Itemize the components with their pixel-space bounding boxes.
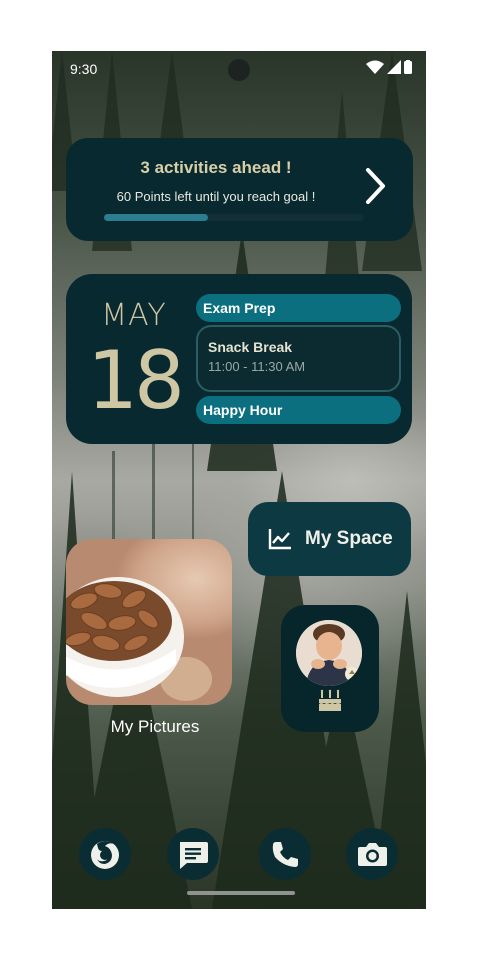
event-title: Happy Hour [203, 402, 283, 418]
calendar-month: MAY [101, 298, 167, 333]
home-screen: 9:30 3 activities ahead ! 60 Points left… [52, 51, 426, 909]
event-title: Snack Break [208, 339, 293, 355]
my-space-label: My Space [305, 528, 393, 549]
chevron-right-icon[interactable] [363, 166, 389, 206]
cake-icon [319, 689, 341, 711]
birthday-widget[interactable] [281, 605, 379, 732]
event-exam-prep[interactable]: Exam Prep [196, 294, 401, 322]
activities-title: 3 activities ahead ! [140, 158, 292, 177]
app-dock [52, 825, 426, 885]
messages-app[interactable] [167, 828, 219, 880]
event-title: Exam Prep [203, 300, 276, 316]
messages-icon [180, 842, 208, 869]
goal-progress-fill [104, 214, 208, 221]
camera-icon [358, 843, 387, 866]
my-space-button[interactable]: My Space [248, 502, 411, 576]
points-remaining-text: 60 Points left until you reach goal ! [116, 189, 316, 204]
event-happy-hour[interactable]: Happy Hour [196, 396, 401, 424]
status-icons [366, 60, 412, 74]
phone-app[interactable] [259, 828, 311, 880]
pictures-label: My Pictures [110, 717, 200, 736]
battery-icon [404, 60, 412, 74]
wifi-icon [366, 60, 384, 74]
goal-progress-bar [104, 214, 364, 221]
almonds-photo [66, 577, 212, 701]
camera-app[interactable] [346, 828, 398, 880]
child-photo [296, 620, 362, 686]
chart-line-icon [268, 529, 291, 550]
calendar-day: 18 [87, 334, 185, 427]
calendar-widget[interactable]: MAY 18 Exam Prep Snack Break 11:00 - 11:… [66, 274, 412, 444]
front-camera [228, 59, 250, 81]
event-time: 11:00 - 11:30 AM [208, 359, 306, 374]
firefox-icon [91, 841, 119, 869]
status-time: 9:30 [70, 61, 98, 77]
pictures-widget[interactable] [66, 539, 232, 705]
contact-avatar[interactable] [296, 620, 362, 686]
signal-icon [387, 60, 401, 74]
status-bar: 9:30 [52, 51, 426, 87]
firefox-app[interactable] [79, 828, 131, 880]
event-snack-break[interactable]: Snack Break 11:00 - 11:30 AM [196, 325, 401, 392]
phone-icon [272, 842, 298, 867]
gesture-navigation-bar[interactable] [187, 891, 295, 895]
activities-widget[interactable]: 3 activities ahead ! 60 Points left unti… [66, 138, 413, 241]
